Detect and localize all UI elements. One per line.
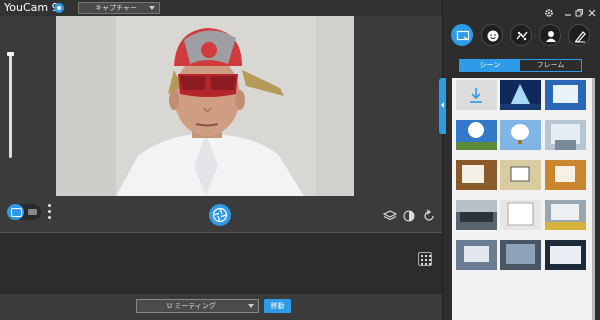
download-scenes-tile[interactable] [456, 80, 497, 110]
webcam-preview [56, 16, 354, 196]
scene-thumbnail[interactable] [500, 120, 541, 150]
effects-icon [516, 31, 528, 41]
brightness-icon[interactable] [402, 208, 416, 222]
collapse-panel-handle[interactable] [439, 78, 446, 134]
scene-thumbnail[interactable] [456, 240, 497, 270]
chevron-down-icon [248, 304, 254, 308]
settings-gear-icon[interactable] [544, 3, 554, 17]
settings-badge-icon[interactable] [54, 3, 64, 13]
app-title: YouCam 9 [4, 1, 59, 14]
scene-thumbnail[interactable] [500, 240, 541, 270]
emoji-category-button[interactable] [481, 24, 503, 46]
title-bar: YouCam 9 キャプチャー [0, 0, 442, 16]
scene-thumbnail[interactable] [456, 160, 497, 190]
avatar-category-button[interactable] [539, 24, 561, 46]
scene-thumbnail[interactable] [545, 200, 586, 230]
scene-thumbnail[interactable] [545, 240, 586, 270]
scene-thumbnail[interactable] [500, 160, 541, 190]
scene-thumbnail[interactable] [545, 80, 586, 110]
grid-view-icon[interactable] [418, 252, 432, 266]
scene-thumbnail[interactable] [456, 200, 497, 230]
meeting-app-label: U ミーティング [167, 302, 216, 310]
move-button[interactable]: 移動 [264, 299, 291, 313]
scene-category-button[interactable] [451, 24, 473, 46]
brush-icon [575, 31, 586, 43]
avatar-icon [546, 31, 556, 42]
scene-icon [456, 30, 470, 41]
restore-icon[interactable] [574, 3, 584, 17]
layers-icon[interactable] [382, 208, 398, 222]
zoom-slider-handle[interactable] [7, 52, 14, 56]
tab-frame[interactable]: フレーム [520, 60, 581, 71]
meeting-app-dropdown[interactable]: U ミーティング [136, 299, 259, 313]
scene-thumbnail[interactable] [545, 160, 586, 190]
effects-category-button[interactable] [510, 24, 532, 46]
close-icon[interactable] [587, 3, 597, 17]
rotate-icon[interactable] [422, 208, 436, 222]
tab-scene[interactable]: シーン [460, 60, 520, 71]
zoom-slider[interactable] [9, 54, 12, 158]
camera-video-toggle[interactable] [7, 204, 41, 220]
thumbnail-scrollbar[interactable] [592, 78, 595, 320]
scene-thumbnail[interactable] [456, 120, 497, 150]
brush-category-button[interactable] [568, 24, 590, 46]
download-icon [470, 88, 482, 103]
aperture-icon [212, 207, 228, 223]
camera-mode-icon[interactable] [7, 204, 24, 220]
chevron-down-icon [149, 6, 155, 10]
more-options-icon[interactable] [48, 204, 52, 222]
emoji-icon [487, 30, 499, 42]
capture-dropdown-label: キャプチャー [95, 4, 137, 12]
scene-thumbnail[interactable] [545, 120, 586, 150]
scene-thumbnail[interactable] [500, 80, 541, 110]
capture-gallery-strip [0, 232, 442, 294]
video-mode-icon[interactable] [28, 209, 37, 215]
scene-frame-tabs: シーン フレーム [459, 59, 582, 72]
shutter-button[interactable] [209, 204, 231, 226]
scene-thumbnail[interactable] [500, 200, 541, 230]
minimize-icon[interactable] [563, 3, 573, 16]
capture-dropdown[interactable]: キャプチャー [78, 2, 160, 14]
scene-thumbnail-grid [452, 78, 594, 320]
